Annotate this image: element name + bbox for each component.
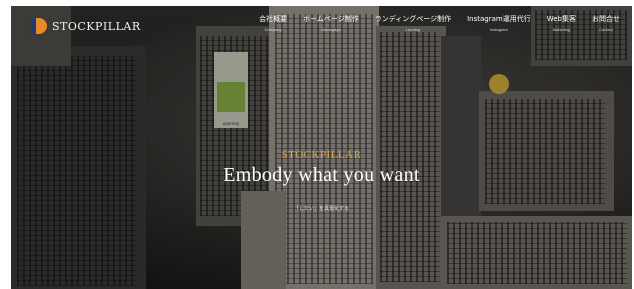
nav-sub: Marketing: [552, 27, 571, 32]
hero-tagline: 「したい」を具現化する: [293, 206, 349, 212]
nav-label: ホームページ制作: [303, 15, 359, 23]
hero-overlay: [11, 6, 632, 289]
hero-section: eperney STOCKPILLAR 会社概要 Company ホームページ制…: [11, 6, 632, 289]
nav-sub: Homepage: [321, 27, 341, 32]
nav-label: ランディングページ制作: [374, 15, 452, 23]
nav-sub: Instagram: [490, 27, 508, 32]
nav-sub: Landing: [405, 27, 421, 32]
nav-sub: Contact: [599, 27, 613, 32]
nav-item-instagram[interactable]: Instagram運用代行 Instagram: [459, 14, 539, 32]
main-nav: 会社概要 Company ホームページ制作 Homepage ランディングページ…: [251, 14, 628, 32]
logo[interactable]: STOCKPILLAR: [27, 15, 141, 37]
hero-copy: STOCKPILLAR Embody what you want 「したい」を具…: [11, 149, 632, 212]
nav-label: Web集客: [546, 15, 576, 23]
nav-sub: Company: [264, 27, 282, 32]
nav-label: 会社概要: [259, 15, 288, 23]
nav-label: Instagram運用代行: [467, 15, 531, 23]
nav-label: お問合せ: [592, 15, 620, 23]
hero-headline: Embody what you want: [223, 164, 420, 186]
nav-item-homepage[interactable]: ホームページ制作 Homepage: [295, 14, 367, 32]
logo-text: STOCKPILLAR: [52, 19, 141, 33]
nav-item-contact[interactable]: お問合せ Contact: [584, 14, 628, 32]
logo-mark-icon: [27, 15, 49, 37]
nav-item-company[interactable]: 会社概要 Company: [251, 14, 295, 32]
nav-item-marketing[interactable]: Web集客 Marketing: [539, 14, 584, 32]
nav-item-landing[interactable]: ランディングページ制作 Landing: [367, 14, 459, 32]
hero-brand: STOCKPILLAR: [281, 149, 362, 161]
